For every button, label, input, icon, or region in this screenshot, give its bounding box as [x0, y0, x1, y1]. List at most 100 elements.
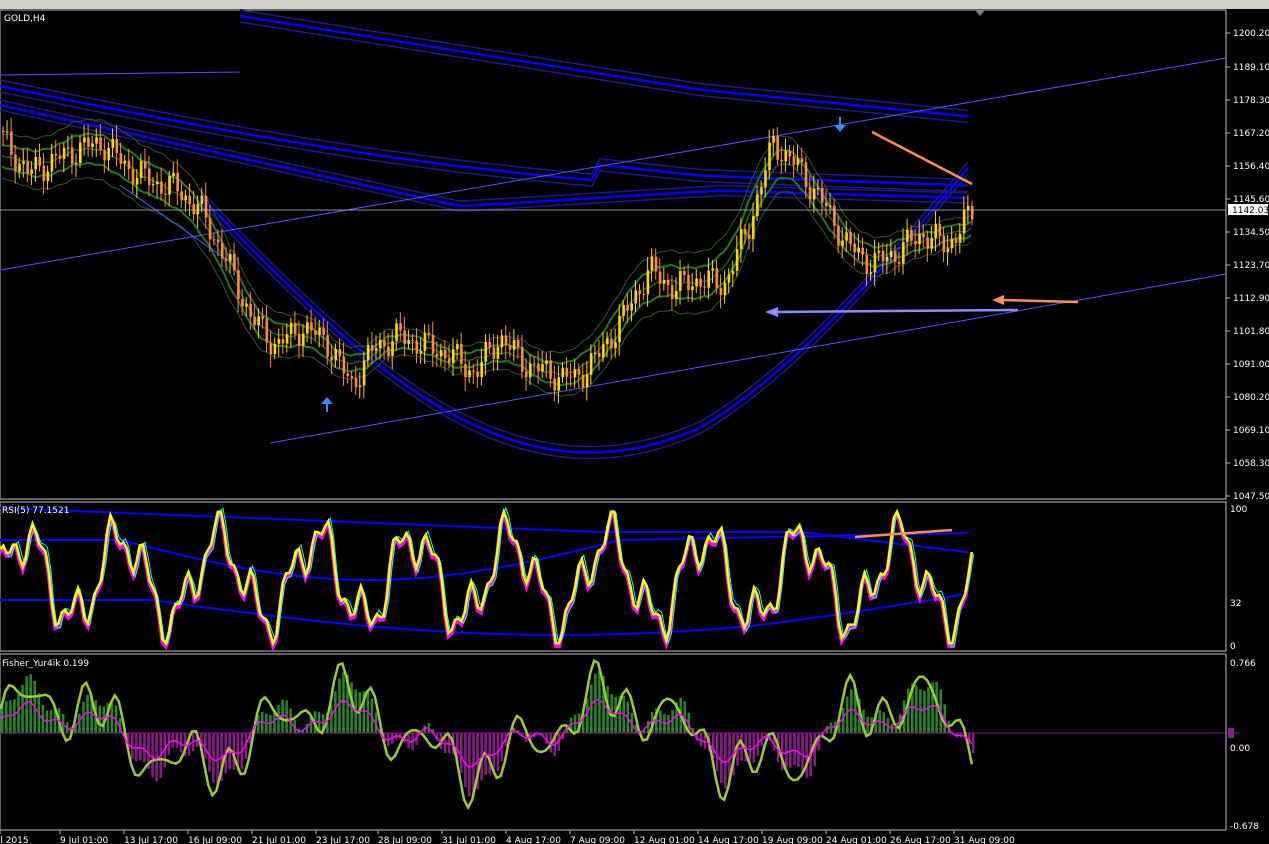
candle-body — [14, 154, 17, 172]
fisher-hist-bar — [590, 684, 593, 733]
candle-body — [143, 161, 147, 169]
fisher-hist-bar — [846, 696, 849, 733]
candle-body — [642, 293, 646, 295]
price-tick-label: 1156.40 — [1233, 162, 1269, 172]
candle-body — [135, 177, 139, 185]
fisher-pane[interactable]: Fisher_Yur4ik 0.199 0.766 0.00 -0.678 — [0, 653, 1259, 832]
candle-body — [829, 205, 832, 207]
candle-body — [74, 162, 78, 164]
candle-body — [370, 345, 374, 351]
fisher-hist-bar — [927, 687, 930, 733]
candle-body — [131, 169, 135, 185]
fisher-hist-bar — [208, 733, 211, 772]
candle-body — [634, 290, 638, 304]
candle-body — [342, 356, 346, 374]
fisher-hist-bar — [342, 672, 345, 733]
candle-body — [269, 342, 273, 355]
rsi-pane-frame — [0, 501, 1227, 652]
candle-body — [662, 279, 666, 284]
fisher-hist-bar — [45, 710, 49, 733]
candle-body — [520, 346, 524, 372]
candle-body — [460, 344, 463, 365]
fisher-value-tag — [1228, 728, 1234, 738]
candle-body — [735, 249, 739, 271]
candle-body — [411, 339, 415, 341]
fisher-hist-bar — [25, 676, 28, 733]
candle-body — [808, 187, 812, 200]
candle-body — [857, 247, 861, 253]
candle-body — [354, 378, 358, 388]
candle-body — [650, 256, 654, 271]
candle-body — [780, 159, 783, 162]
candle-body — [914, 240, 917, 245]
price-pane[interactable]: GOLD,H4 1200.20 1189.10 1178.30 1167.20 1156… — [0, 9, 1269, 502]
candle-body — [938, 224, 942, 236]
candle-body — [399, 323, 402, 331]
fisher-hist-bar — [86, 694, 89, 733]
candle-body — [322, 327, 325, 336]
candle-body — [387, 346, 390, 356]
fisher-level-top: 0.766 — [1230, 659, 1256, 669]
candle-body — [845, 232, 848, 241]
candle-body — [22, 161, 25, 164]
candle-body — [679, 271, 682, 291]
candle-body — [302, 333, 305, 346]
candle-body — [970, 205, 974, 220]
candle-body — [524, 371, 528, 378]
time-tick-label: 26 Aug 17:00 — [890, 836, 951, 844]
candle-body — [820, 188, 824, 203]
candle-body — [537, 363, 540, 372]
candle-body — [261, 316, 265, 319]
candle-body — [614, 342, 617, 349]
candle-body — [841, 240, 844, 247]
candle-body — [553, 378, 556, 391]
fisher-hist-bar — [5, 700, 8, 733]
price-axis: 1200.20 1189.10 1178.30 1167.20 1156.40 1145.… — [1226, 29, 1269, 502]
candle-body — [638, 290, 642, 294]
candle-body — [147, 168, 151, 186]
candle-body — [184, 195, 188, 201]
chart-window[interactable]: GOLD,H4 1200.20 1189.10 1178.30 1167.20 1156… — [0, 0, 1269, 844]
price-tick-label: 1069.10 — [1233, 426, 1269, 436]
time-tick-label: 23 Jul 17:00 — [316, 836, 370, 844]
candle-body — [922, 233, 925, 238]
candle-body — [545, 360, 548, 365]
symbol-title: GOLD,H4 — [4, 14, 46, 24]
candle-body — [764, 170, 767, 188]
rsi-pane[interactable]: RSI(5) 77.1521 100 32 0 — [0, 501, 1247, 652]
fisher-hist-bar — [334, 691, 337, 733]
fisher-hist-bar — [724, 733, 727, 789]
price-tick-label: 1189.10 — [1233, 63, 1269, 73]
candle-body — [2, 130, 5, 133]
candle-body — [366, 345, 370, 361]
candle-body — [715, 268, 719, 288]
candle-body — [918, 233, 921, 245]
candle-body — [504, 335, 508, 346]
candle-body — [415, 340, 419, 354]
candle-body — [407, 339, 411, 344]
candle-body — [529, 363, 532, 378]
candle-body — [516, 339, 520, 347]
candle-body — [893, 251, 897, 263]
candle-body — [350, 376, 354, 379]
candle-body — [699, 278, 702, 287]
candle-body — [54, 153, 58, 156]
candle-body — [812, 188, 816, 200]
fisher-hist-bar — [740, 733, 743, 761]
candle-body — [10, 131, 13, 155]
time-tick-label: 31 Jul 01:00 — [442, 836, 496, 844]
candle-body — [500, 335, 504, 348]
candle-body — [127, 160, 131, 170]
candle-body — [687, 275, 690, 291]
candle-body — [853, 243, 856, 253]
candle-body — [281, 339, 285, 344]
candle-body — [508, 345, 512, 350]
candle-body — [934, 224, 938, 239]
candle-body — [79, 142, 82, 163]
candle-body — [727, 274, 731, 283]
candle-body — [306, 322, 309, 334]
candle-body — [585, 374, 589, 388]
candle-body — [824, 202, 828, 207]
candle-body — [966, 205, 970, 210]
price-tick-label: 1058.30 — [1233, 459, 1269, 469]
